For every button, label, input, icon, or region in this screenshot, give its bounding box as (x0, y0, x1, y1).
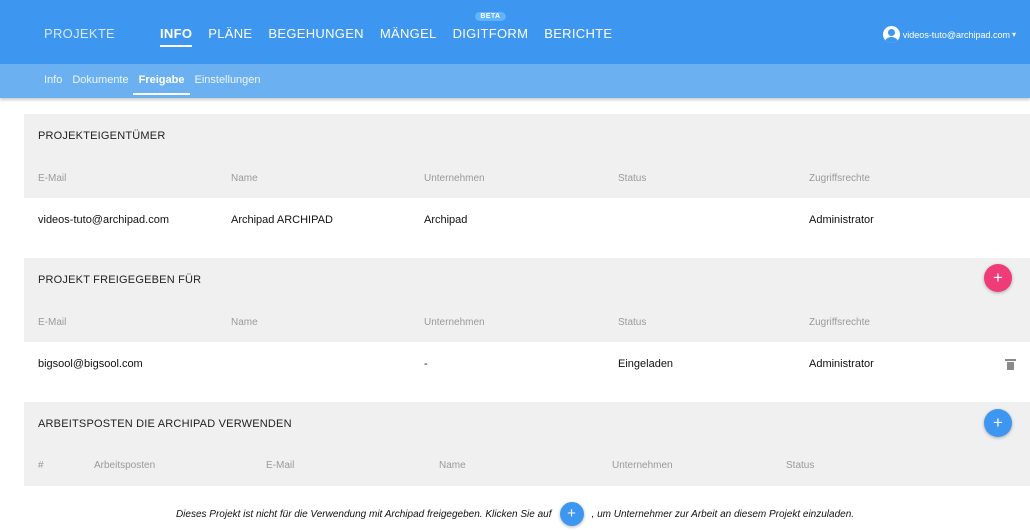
shared-status: Eingeladen (618, 358, 674, 370)
nav-berichte[interactable]: BERICHTE (544, 26, 612, 41)
nav-digitform-label: DIGITFORM (452, 26, 529, 41)
owner-email: videos-tuto@archipad.com (38, 214, 170, 226)
shared-email: bigsool@bigsool.com (38, 358, 143, 370)
owners-section-header: PROJEKTEIGENTÜMER E-Mail Name Unternehme… (24, 114, 1030, 198)
col-rights: Zugriffsrechte (809, 173, 870, 184)
col-name: Name (231, 173, 258, 184)
notice-text-before: Dieses Projekt ist nicht für die Verwend… (175, 508, 552, 520)
nav-begehungen[interactable]: BEGEHUNGEN (268, 26, 363, 41)
nav-projekte[interactable]: PROJEKTE (44, 26, 115, 41)
account-menu[interactable]: videos-tuto@archipad.com ▾ (882, 26, 1016, 43)
add-share-button[interactable]: + (984, 264, 1012, 292)
chevron-down-icon: ▾ (1011, 30, 1016, 39)
workstations-section-header: ARBEITSPOSTEN DIE ARCHIPAD VERWENDEN # A… (24, 402, 1030, 486)
workstations-section-title: ARBEITSPOSTEN DIE ARCHIPAD VERWENDEN (38, 418, 292, 430)
col-name: Name (439, 460, 466, 471)
trash-body (1007, 362, 1014, 370)
add-workstation-button[interactable]: + (984, 409, 1012, 437)
col-rights: Zugriffsrechte (809, 317, 870, 328)
owners-section-title: PROJEKTEIGENTÜMER (38, 130, 166, 142)
col-email: E-Mail (266, 460, 295, 471)
col-status: Status (618, 173, 647, 184)
account-email: videos-tuto@archipad.com (902, 29, 1010, 40)
col-email: E-Mail (38, 317, 67, 328)
main-nav: INFO PLÄNE BEGEHUNGEN MÄNGEL BETA DIGITF… (160, 12, 628, 47)
col-company: Unternehmen (424, 317, 485, 328)
top-nav-bar: PROJEKTE INFO PLÄNE BEGEHUNGEN MÄNGEL BE… (0, 0, 1030, 64)
owner-name: Archipad ARCHIPAD (231, 214, 333, 226)
subnav-info[interactable]: Info (44, 74, 62, 86)
shared-company: - (424, 358, 428, 370)
nav-maengel[interactable]: MÄNGEL (380, 26, 437, 41)
col-number: # (38, 460, 44, 471)
empty-state-notice: Dieses Projekt ist nicht für die Verwend… (0, 498, 1030, 530)
nav-plaene[interactable]: PLÄNE (208, 26, 252, 41)
notice-text-after: , um Unternehmer zur Arbeit an diesem Pr… (591, 508, 855, 520)
shared-section-title: PROJEKT FREIGEGEBEN FÜR (38, 274, 202, 286)
nav-digitform[interactable]: BETA DIGITFORM (452, 12, 529, 41)
subnav-freigabe[interactable]: Freigabe (132, 74, 191, 95)
user-avatar-icon (882, 26, 900, 43)
sub-nav: Info Dokumente Freigabe Einstellungen (44, 74, 271, 95)
trash-icon[interactable] (1005, 359, 1016, 370)
subnav-dokumente[interactable]: Dokumente (72, 74, 128, 86)
col-company: Unternehmen (424, 173, 485, 184)
owner-company: Archipad (424, 214, 468, 226)
trash-lid (1005, 359, 1016, 361)
col-name: Name (231, 317, 258, 328)
nav-info[interactable]: INFO (160, 26, 193, 47)
subnav-einstellungen[interactable]: Einstellungen (194, 74, 260, 86)
shared-section-header: PROJEKT FREIGEGEBEN FÜR E-Mail Name Unte… (24, 258, 1030, 342)
shared-rights: Administrator (809, 358, 874, 370)
inline-add-button[interactable]: + (559, 502, 584, 526)
beta-badge: BETA (475, 12, 506, 21)
col-workstation: Arbeitsposten (94, 460, 156, 471)
col-email: E-Mail (38, 173, 67, 184)
col-status: Status (618, 317, 647, 328)
col-company: Unternehmen (612, 460, 673, 471)
owner-rights: Administrator (809, 214, 874, 226)
sub-nav-bar: Info Dokumente Freigabe Einstellungen (0, 64, 1030, 98)
col-status: Status (786, 460, 815, 471)
